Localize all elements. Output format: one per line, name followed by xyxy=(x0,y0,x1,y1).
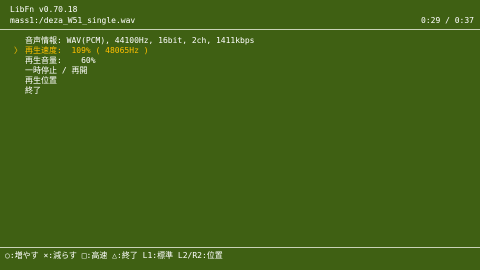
menu-item-label: 一時停止 / 再開 xyxy=(25,66,88,75)
menu-item-audio-info[interactable]: 音声情報: WAV(PCM), 44100Hz, 16bit, 2ch, 141… xyxy=(14,36,254,46)
footer-divider xyxy=(0,247,480,248)
menu-item-value: WAV(PCM), 44100Hz, 16bit, 2ch, 1411kbps xyxy=(66,36,255,45)
menu-item-pause-resume[interactable]: 一時停止 / 再開 xyxy=(14,66,254,76)
menu-item-label: 音声情報: xyxy=(25,36,67,45)
controls-help: ○:増やす ×:減らす □:高速 △:終了 L1:標準 L2/R2:位置 xyxy=(5,251,223,260)
cursor-icon xyxy=(14,36,25,46)
menu-item-label: 再生音量: xyxy=(25,56,82,65)
cursor-icon xyxy=(14,76,25,86)
menu-item-exit[interactable]: 終了 xyxy=(14,86,254,96)
menu-item-playback-speed[interactable]: 〉 再生速度: 109% ( 48065Hz ) xyxy=(14,46,254,56)
cursor-icon xyxy=(14,66,25,76)
menu-item-volume[interactable]: 再生音量: 60% xyxy=(14,56,254,66)
menu-item-value: 60% xyxy=(81,56,96,65)
cursor-icon: 〉 xyxy=(14,46,22,55)
playback-menu: 音声情報: WAV(PCM), 44100Hz, 16bit, 2ch, 141… xyxy=(14,36,254,96)
file-path: mass1:/deza_W51_single.wav xyxy=(10,16,136,25)
header-divider xyxy=(0,29,480,30)
menu-item-value: 109% ( 48065Hz ) xyxy=(71,46,149,55)
app-title: LibFn v0.70.18 xyxy=(10,5,78,14)
cursor-icon xyxy=(14,56,25,66)
cursor-icon xyxy=(14,86,25,96)
menu-item-seek-position[interactable]: 再生位置 xyxy=(14,76,254,86)
menu-item-label: 再生位置 xyxy=(25,76,57,85)
menu-item-label: 終了 xyxy=(25,86,41,95)
playback-time: 0:29 / 0:37 xyxy=(421,16,474,25)
menu-item-label: 再生速度: xyxy=(25,46,72,55)
